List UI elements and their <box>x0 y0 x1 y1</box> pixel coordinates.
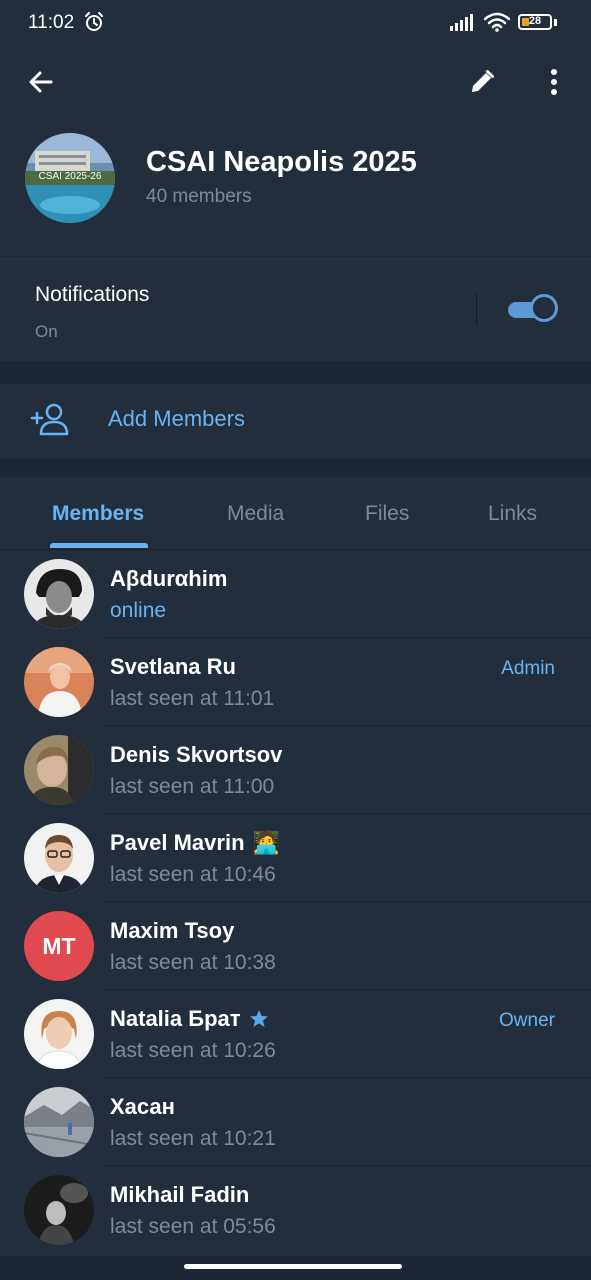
member-name-text: Хасан <box>110 1094 175 1119</box>
avatar <box>24 735 94 805</box>
member-name: Maxim Tsoy <box>110 918 234 944</box>
wifi-icon <box>484 12 510 32</box>
toggle-knob <box>530 294 558 322</box>
member-name: Svetlana Ru <box>110 654 236 680</box>
members-list: Aβdurαhim online Svetlana Ru last seen a… <box>0 550 591 1256</box>
avatar-photo <box>24 999 94 1069</box>
member-status: last seen at 10:46 <box>110 863 276 886</box>
avatar <box>24 647 94 717</box>
add-members-button[interactable]: Add Members <box>0 384 591 458</box>
member-status: last seen at 05:56 <box>110 1215 276 1238</box>
group-title: CSAI Neapolis 2025 <box>146 146 417 178</box>
member-name-text: Maxim Tsoy <box>110 918 235 943</box>
member-status: last seen at 11:00 <box>110 775 275 798</box>
tab-bar: Members Media Files Links <box>0 477 591 550</box>
member-name-text: Aβdurαhim <box>110 566 228 591</box>
add-user-icon <box>30 403 69 436</box>
member-status: last seen at 10:26 <box>110 1039 276 1062</box>
member-name-text: Denis Skvortsov <box>110 742 283 767</box>
avatar-photo <box>24 647 94 717</box>
tab-members[interactable]: Members <box>52 502 144 526</box>
tab-indicator <box>50 543 148 548</box>
member-row[interactable]: Denis Skvortsov last seen at 11:00 <box>0 726 591 814</box>
technologist-emoji-icon: 🧑‍💻 <box>252 830 280 855</box>
avatar-photo <box>24 823 94 893</box>
status-time: 11:02 <box>28 12 75 33</box>
member-name-text: Mikhail Fadin <box>110 1182 250 1207</box>
battery-tip <box>554 18 557 26</box>
member-count: 40 members <box>146 186 252 207</box>
member-row[interactable]: Pavel Mavrin 🧑‍💻 last seen at 10:46 <box>0 814 591 902</box>
notifications-label: Notifications <box>35 283 150 306</box>
star-icon <box>249 1010 268 1027</box>
member-row[interactable]: Mikhail Fadin last seen at 05:56 <box>0 1166 591 1254</box>
avatar <box>24 1087 94 1157</box>
avatar-photo <box>24 559 94 629</box>
back-button[interactable] <box>21 62 61 102</box>
member-role-badge: Owner <box>499 1010 555 1031</box>
member-name: Mikhail Fadin <box>110 1182 249 1208</box>
avatar-initials: MT <box>24 911 94 981</box>
notifications-status: On <box>35 322 58 341</box>
status-bar: 11:02 28 <box>0 0 591 48</box>
member-status: last seen at 11:01 <box>110 687 275 710</box>
avatar <box>24 559 94 629</box>
avatar: MT <box>24 911 94 981</box>
member-status: last seen at 10:38 <box>110 951 276 974</box>
member-row[interactable]: Svetlana Ru last seen at 11:01 Admin <box>0 638 591 726</box>
notifications-row[interactable]: Notifications On <box>0 257 591 361</box>
signal-icon <box>450 14 473 31</box>
group-photo: CSAI 2025-26 <box>25 133 115 223</box>
member-row[interactable]: MT Maxim Tsoy last seen at 10:38 <box>0 902 591 990</box>
member-name-text: Pavel Mavrin <box>110 830 245 855</box>
notifications-divider <box>476 293 477 325</box>
member-status: online <box>110 599 167 622</box>
tab-media[interactable]: Media <box>227 502 284 526</box>
status-icons: 28 <box>450 12 557 32</box>
member-name: Denis Skvortsov <box>110 742 282 768</box>
navigation-bar <box>0 1256 591 1280</box>
member-name-text: Svetlana Ru <box>110 654 236 679</box>
notifications-toggle[interactable] <box>508 294 560 324</box>
edit-button[interactable] <box>462 62 502 102</box>
group-avatar[interactable]: CSAI 2025-26 <box>25 133 115 223</box>
avatar <box>24 999 94 1069</box>
avatar <box>24 823 94 893</box>
member-name: Aβdurαhim <box>110 566 227 592</box>
back-arrow-icon <box>29 71 53 93</box>
battery-icon: 28 <box>518 14 552 30</box>
tab-links[interactable]: Links <box>488 502 537 526</box>
avatar-photo <box>24 1087 94 1157</box>
alarm-icon <box>85 12 103 31</box>
avatar-photo <box>24 735 94 805</box>
member-name: Pavel Mavrin 🧑‍💻 <box>110 830 280 856</box>
add-members-label: Add Members <box>108 406 245 431</box>
home-indicator[interactable] <box>184 1264 402 1269</box>
member-role-badge: Admin <box>501 658 555 679</box>
member-name: Хасан <box>110 1094 175 1120</box>
pencil-icon <box>472 70 494 92</box>
battery-level: 28 <box>528 15 542 27</box>
header-panel: 11:02 28 CSAI 2025-26 CSAI Neapolis 2025… <box>0 0 591 256</box>
member-name: Natalia Брат <box>110 1006 269 1032</box>
more-options-button[interactable] <box>534 62 574 102</box>
avatar <box>24 1175 94 1245</box>
member-row[interactable]: Natalia Брат last seen at 10:26 Owner <box>0 990 591 1078</box>
member-row[interactable]: Хасан last seen at 10:21 <box>0 1078 591 1166</box>
more-vertical-icon <box>551 69 557 95</box>
member-row[interactable]: Aβdurαhim online <box>0 550 591 638</box>
member-name-text: Natalia Брат <box>110 1006 241 1031</box>
tab-files[interactable]: Files <box>365 502 409 526</box>
group-avatar-text: CSAI 2025-26 <box>39 171 102 182</box>
avatar-photo <box>24 1175 94 1245</box>
member-status: last seen at 10:21 <box>110 1127 276 1150</box>
